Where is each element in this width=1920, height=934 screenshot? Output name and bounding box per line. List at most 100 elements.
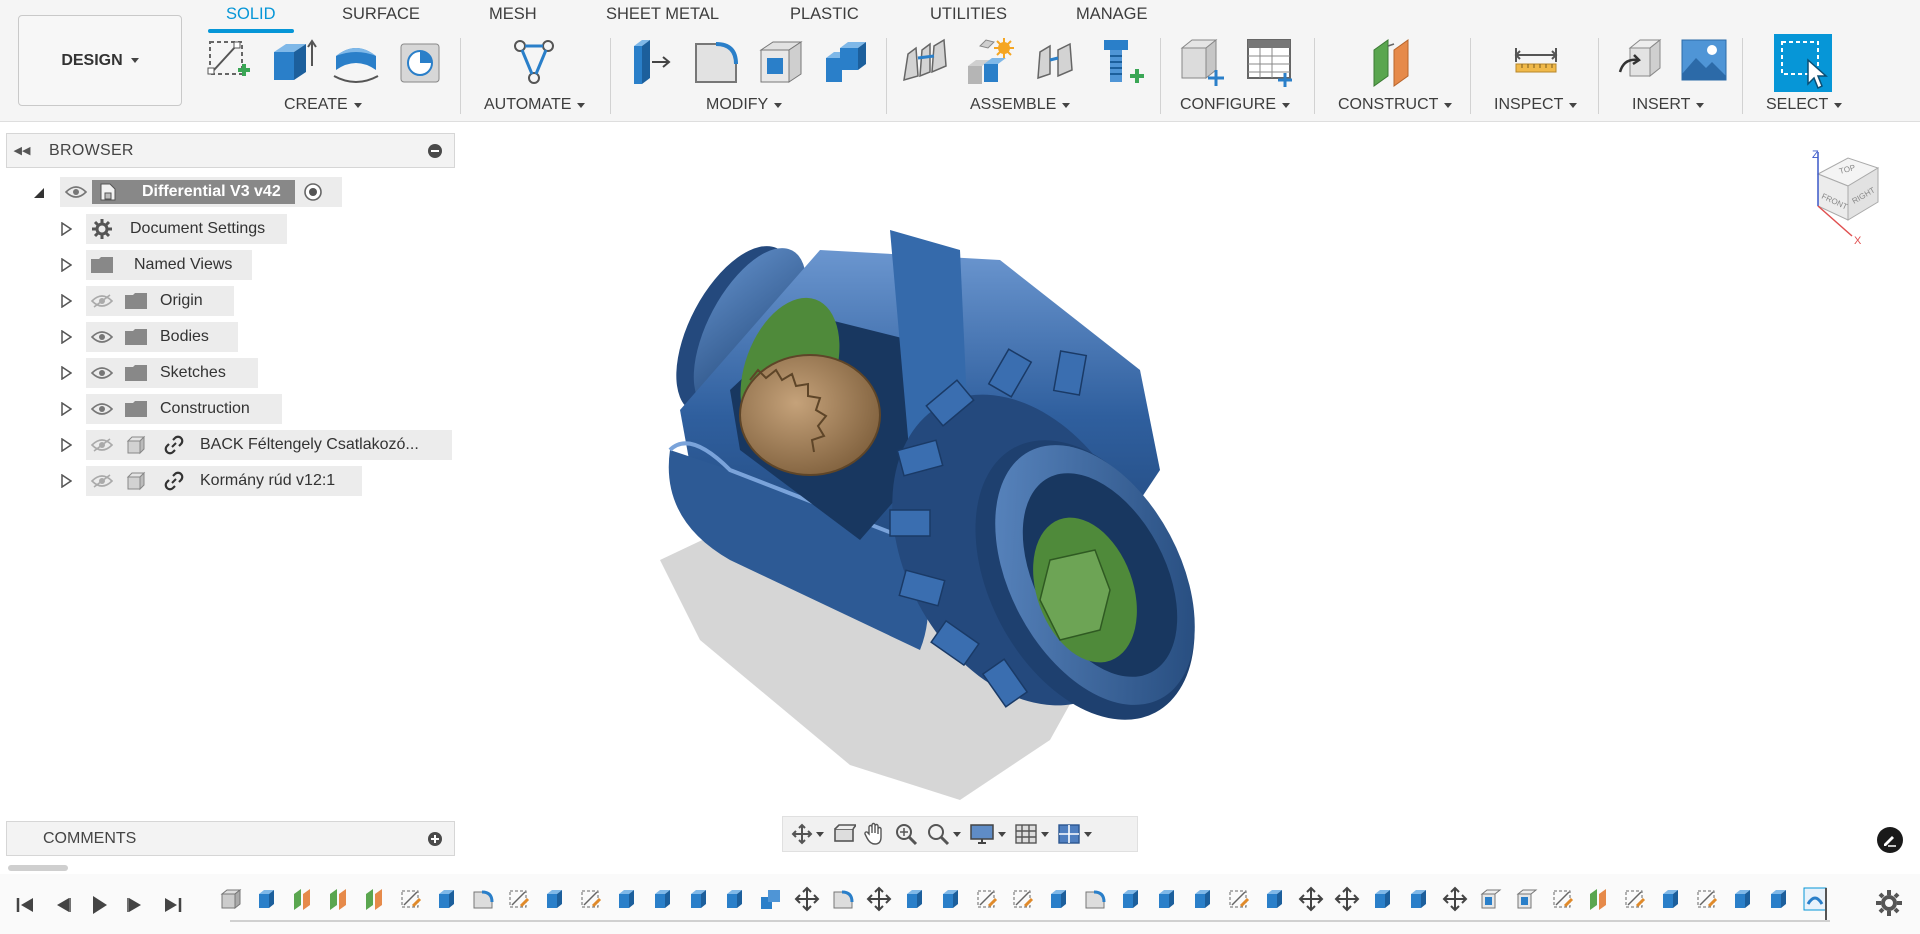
fastener-icon[interactable]	[1096, 36, 1148, 88]
timeline-feature-ext-icon[interactable]	[434, 886, 460, 912]
timeline-feature-shell-icon[interactable]	[1478, 886, 1504, 912]
timeline-feature-sketch-icon[interactable]	[578, 886, 604, 912]
first-step-icon[interactable]	[12, 892, 38, 918]
tab-solid[interactable]: SOLID	[226, 5, 276, 24]
timeline-feature-fillet-icon[interactable]	[470, 886, 496, 912]
tab-plastic[interactable]: PLASTIC	[790, 5, 859, 24]
timeline-feature-ext-icon[interactable]	[1406, 886, 1432, 912]
browser-item-origin[interactable]: Origin	[86, 286, 234, 316]
timeline-feature-ext-icon[interactable]	[938, 886, 964, 912]
timeline-feature-move-icon[interactable]	[1442, 886, 1468, 912]
inspect-menu[interactable]: INSPECT	[1494, 96, 1578, 114]
timeline-feature-ext-icon[interactable]	[1262, 886, 1288, 912]
timeline-marker[interactable]	[1825, 888, 1827, 920]
timeline-feature-sketch-icon[interactable]	[1622, 886, 1648, 912]
eye-hidden-icon[interactable]	[90, 289, 114, 313]
new-component-icon[interactable]	[964, 36, 1016, 88]
expand-icon[interactable]	[60, 474, 72, 488]
3d-model-differential[interactable]	[640, 220, 1320, 820]
timeline-feature-ext-icon[interactable]	[1658, 886, 1684, 912]
hole-icon[interactable]	[395, 36, 447, 88]
timeline-feature-ext-icon[interactable]	[686, 886, 712, 912]
timeline-feature-plane-icon[interactable]	[362, 886, 388, 912]
revolve-icon[interactable]	[330, 36, 382, 88]
panel-scrollbar[interactable]	[8, 865, 68, 871]
timeline-feature-fillet-icon[interactable]	[830, 886, 856, 912]
browser-item-sketches[interactable]: Sketches	[86, 358, 258, 388]
browser-item-document-settings[interactable]: Document Settings	[86, 214, 287, 244]
timeline-feature-move-icon[interactable]	[794, 886, 820, 912]
timeline-feature-ext-icon[interactable]	[542, 886, 568, 912]
browser-item-back-feltengely[interactable]: BACK Féltengely Csatlakozó...	[86, 430, 452, 460]
comments-panel-header[interactable]: COMMENTS	[6, 821, 455, 856]
eye-icon[interactable]	[90, 397, 114, 421]
display-settings-icon[interactable]	[967, 819, 1008, 849]
as-built-joint-icon[interactable]	[1030, 36, 1082, 88]
automate-menu[interactable]: AUTOMATE	[484, 96, 586, 114]
timeline-feature-sketch-icon[interactable]	[1550, 886, 1576, 912]
timeline-feature-plane-icon[interactable]	[326, 886, 352, 912]
fit-icon[interactable]	[924, 819, 963, 849]
timeline-feature-ext-icon[interactable]	[1730, 886, 1756, 912]
fillet-icon[interactable]	[690, 36, 742, 88]
eye-hidden-icon[interactable]	[90, 469, 114, 493]
timeline-feature-ext-icon[interactable]	[1370, 886, 1396, 912]
look-at-icon[interactable]	[830, 819, 858, 849]
eye-icon[interactable]	[90, 325, 114, 349]
timeline-feature-ext-icon[interactable]	[1766, 886, 1792, 912]
tab-sheet-metal[interactable]: SHEET METAL	[606, 5, 719, 24]
activate-component-icon[interactable]	[301, 180, 325, 204]
timeline-settings-gear-icon[interactable]	[1874, 888, 1904, 918]
timeline-feature-move-icon[interactable]	[1334, 886, 1360, 912]
timeline-feature-ext-icon[interactable]	[254, 886, 280, 912]
browser-item-named-views[interactable]: Named Views	[86, 250, 252, 280]
tab-mesh[interactable]: MESH	[489, 5, 537, 24]
modify-menu[interactable]: MODIFY	[706, 96, 783, 114]
eye-hidden-icon[interactable]	[90, 433, 114, 457]
expand-icon[interactable]	[60, 222, 72, 236]
browser-item-kormany-rud[interactable]: Kormány rúd v12:1	[86, 466, 362, 496]
play-icon[interactable]	[86, 892, 112, 918]
browser-item-bodies[interactable]: Bodies	[86, 322, 238, 352]
next-step-icon[interactable]	[123, 892, 149, 918]
timeline-feature-sketch-icon[interactable]	[974, 886, 1000, 912]
insert-derive-icon[interactable]	[1616, 36, 1668, 88]
select-icon[interactable]	[1774, 34, 1832, 92]
timeline-feature-ext-icon[interactable]	[1118, 886, 1144, 912]
timeline-feature-plane-icon[interactable]	[1586, 886, 1612, 912]
viewports-icon[interactable]	[1055, 819, 1094, 849]
timeline-feature-plane-icon[interactable]	[290, 886, 316, 912]
timeline-feature-move-icon[interactable]	[1298, 886, 1324, 912]
press-pull-icon[interactable]	[626, 36, 678, 88]
timeline-feature-sketch-icon[interactable]	[1010, 886, 1036, 912]
timeline-feature-ext-icon[interactable]	[1190, 886, 1216, 912]
extrude-icon[interactable]	[266, 36, 318, 88]
combine-icon[interactable]	[820, 36, 872, 88]
tab-surface[interactable]: SURFACE	[342, 5, 420, 24]
construct-menu[interactable]: CONSTRUCT	[1338, 96, 1453, 114]
previous-step-icon[interactable]	[49, 892, 75, 918]
assemble-menu[interactable]: ASSEMBLE	[970, 96, 1071, 114]
configure-icon[interactable]	[1178, 36, 1230, 88]
insert-canvas-icon[interactable]	[1678, 36, 1730, 88]
eye-icon[interactable]	[90, 361, 114, 385]
timeline-feature-shell-icon[interactable]	[1514, 886, 1540, 912]
eye-icon[interactable]	[64, 180, 88, 204]
minimize-browser-button[interactable]	[428, 144, 442, 158]
tab-manage[interactable]: MANAGE	[1076, 5, 1148, 24]
tab-utilities[interactable]: UTILITIES	[930, 5, 1007, 24]
timeline-feature-ext-icon[interactable]	[722, 886, 748, 912]
timeline-feature-ext-icon[interactable]	[650, 886, 676, 912]
grid-icon[interactable]	[1012, 819, 1051, 849]
select-menu[interactable]: SELECT	[1766, 96, 1843, 114]
zoom-icon[interactable]	[892, 819, 920, 849]
timeline-feature-ext-icon[interactable]	[614, 886, 640, 912]
shell-icon[interactable]	[755, 36, 807, 88]
timeline-feature-sketch-icon[interactable]	[1226, 886, 1252, 912]
expand-icon[interactable]	[60, 366, 72, 380]
collapse-panel-icon[interactable]: ◀◀	[7, 144, 37, 157]
timeline-feature-fillet-icon[interactable]	[1082, 886, 1108, 912]
automate-icon[interactable]	[508, 36, 560, 88]
timeline-feature-sketch-icon[interactable]	[506, 886, 532, 912]
configuration-table-icon[interactable]	[1244, 36, 1296, 88]
